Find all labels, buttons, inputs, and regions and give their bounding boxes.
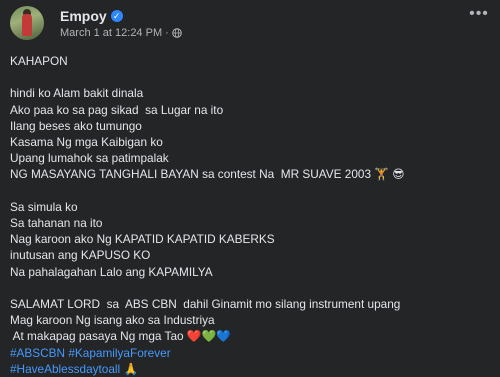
post-line: Mag karoon Ng isang ako sa Industriya — [10, 313, 215, 328]
post-line: Kasama Ng mga Kaibigan ko — [10, 135, 163, 149]
post-line: Nag karoon ako Ng KAPATID KAPATID KABERK… — [10, 232, 275, 247]
post-line: Sa tahanan na ito — [10, 216, 103, 230]
post-heading: KAHAPON — [10, 54, 68, 68]
post-line: Ilang beses ako tumungo — [10, 118, 142, 133]
stanza-1: hindi ko Alam bakit dinala Ako paa ko sa… — [10, 85, 490, 182]
verified-badge-icon: ✓ — [110, 10, 123, 22]
author-row: Empoy ✓ — [60, 8, 123, 24]
post-line: Ako paa ko sa pag sikad sa Lugar na ito — [10, 102, 224, 117]
post-line: hindi ko Alam bakit dinala — [10, 86, 144, 101]
post-header: Empoy ✓ March 1 at 12:24 PM · ••• — [10, 6, 490, 42]
post-line: Na pahalagahan Lalo ang KAPAMILYA — [10, 264, 213, 279]
post-meta: March 1 at 12:24 PM · — [60, 27, 182, 39]
post-timestamp[interactable]: March 1 at 12:24 PM — [60, 27, 162, 39]
author-name[interactable]: Empoy — [60, 8, 107, 24]
hashtag-link[interactable]: #ABSCBN #KapamilyaForever — [10, 345, 490, 361]
globe-icon[interactable] — [171, 28, 182, 38]
hashtag-link[interactable]: #HaveAblessdaytoall 🙏 — [10, 361, 490, 377]
post-line: NG MASAYANG TANGHALI BAYAN sa contest Na… — [10, 167, 405, 182]
post-line: Upang lumahok sa patimpalak — [10, 151, 169, 166]
stanza-3: SALAMAT LORD sa ABS CBN dahil Ginamit mo… — [10, 296, 490, 345]
avatar[interactable] — [10, 6, 44, 40]
meta-separator: · — [165, 27, 169, 39]
post-line: SALAMAT LORD sa ABS CBN dahil Ginamit mo… — [10, 297, 401, 311]
stanza-2: Sa simula ko Sa tahanan na ito Nag karoo… — [10, 199, 490, 280]
post-line: Sa simula ko — [10, 199, 78, 214]
post-line: At makapag pasaya Ng mga Tao ❤️💚💙 — [10, 329, 231, 344]
more-options-icon[interactable]: ••• — [468, 6, 490, 26]
post-line: inutusan ang KAPUSO KO — [10, 248, 151, 263]
post-body: KAHAPON hindi ko Alam bakit dinala Ako p… — [10, 53, 490, 377]
